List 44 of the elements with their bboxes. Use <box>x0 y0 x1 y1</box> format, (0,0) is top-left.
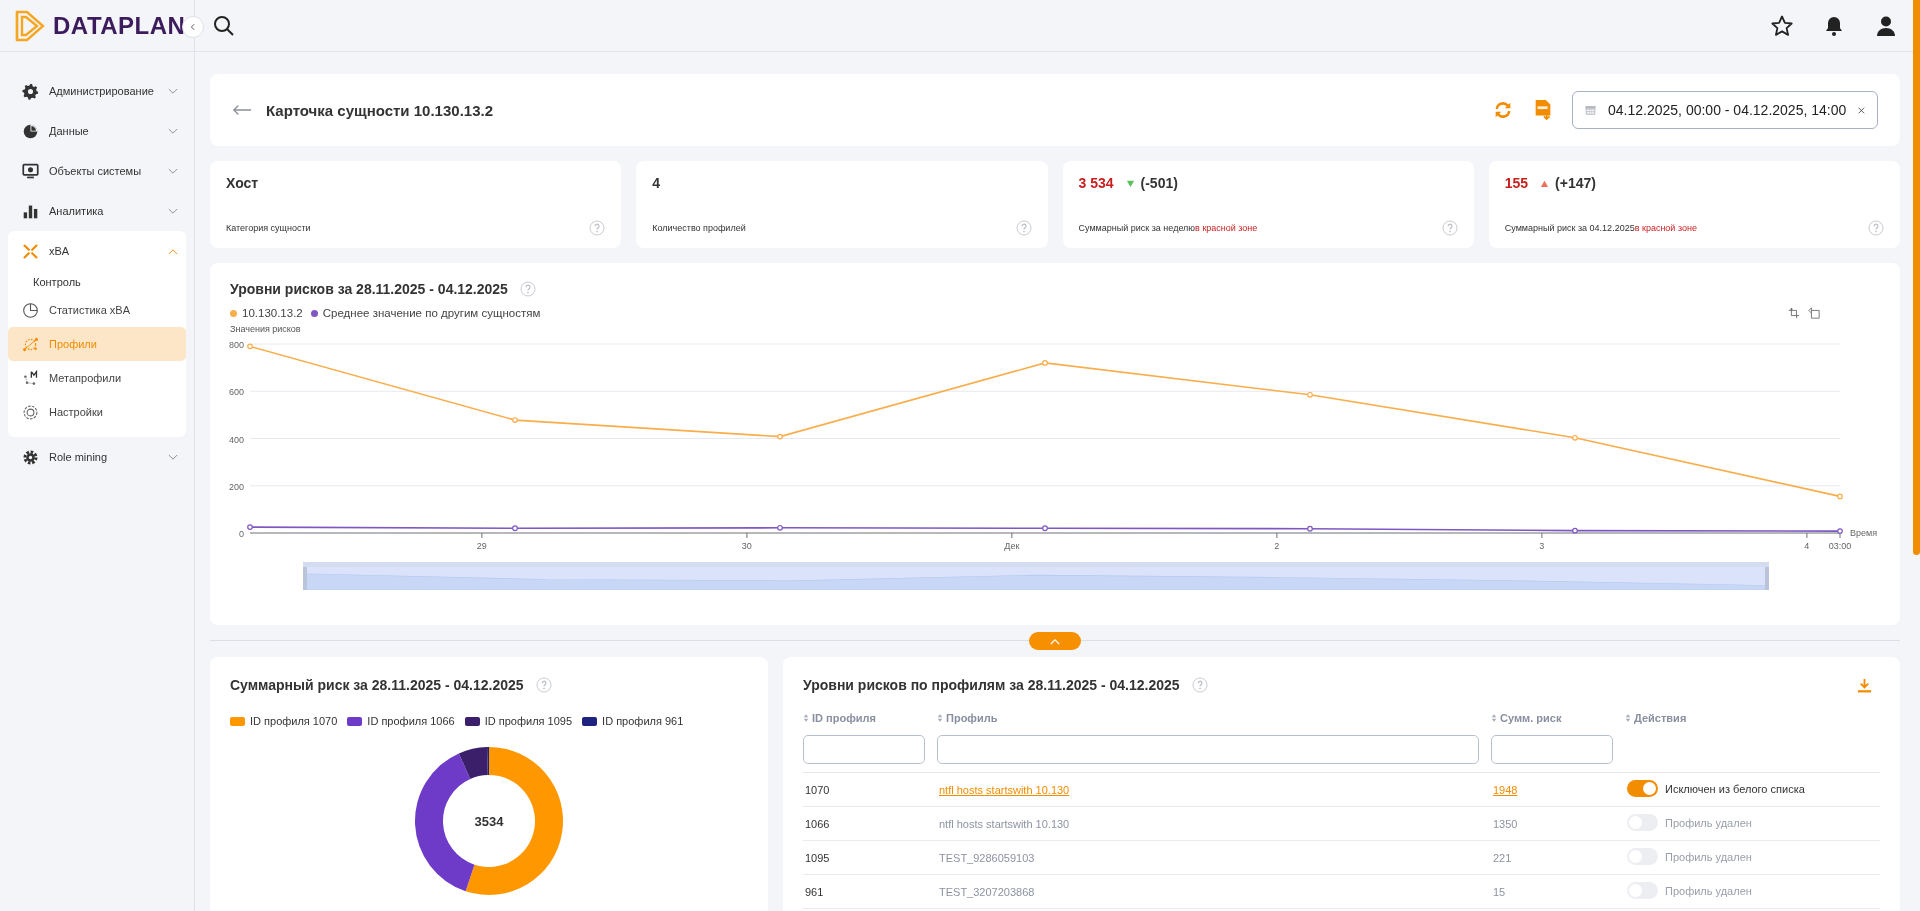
stat-value: 3 534 <box>1078 175 1114 191</box>
table-cell: 1066 <box>803 806 937 841</box>
stat-value: 155 <box>1504 175 1529 191</box>
axis-tick-label: 400 <box>228 434 244 445</box>
stat-label: Суммарный риск за неделюв красной зоне <box>1078 223 1258 233</box>
table-cell: 961 <box>803 874 937 909</box>
axis-tick-label: 800 <box>228 340 244 350</box>
axis-tick-label: 200 <box>228 481 244 492</box>
axis-tick-label: 600 <box>228 387 244 398</box>
table-title: Уровни рисков по профилям за 28.11.2025 - 04.12.2025 <box>803 677 1180 693</box>
chart-title: Уровни рисков за 28.11.2025 - 04.12.2025 <box>230 281 508 297</box>
table-cell: 1070 <box>803 772 937 807</box>
table-cell: TEST_3207203868 <box>939 885 1035 898</box>
table-cell: 15 <box>1493 885 1506 898</box>
axis-tick-label: 3 <box>1539 541 1545 551</box>
action-label: Исключен из белого списка <box>1665 782 1805 795</box>
table-cell: ntfl hosts startswith 10.130 <box>939 817 1070 830</box>
page-title: Карточка сущности 10.130.13.2 <box>266 101 494 119</box>
stat-label: Суммарный риск за 04.12.2025в красной зоне <box>1504 223 1697 233</box>
chart-title: Суммарный риск за 28.11.2025 - 04.12.2025 <box>230 677 524 693</box>
axis-title: Время <box>1850 528 1878 538</box>
action-label: Профиль удален <box>1665 850 1752 863</box>
axis-title: Значения рисков <box>230 324 302 334</box>
axis-tick-label: 0 <box>239 529 244 539</box>
axis-tick-label: 2 <box>1274 541 1280 551</box>
action-label: Профиль удален <box>1665 884 1752 897</box>
axis-tick-label: 29 <box>476 541 487 551</box>
stat-value: 4 <box>652 175 661 191</box>
stat-label: Категория сущности <box>226 223 311 233</box>
donut-total: 3534 <box>474 814 504 829</box>
stat-value: Хост <box>226 175 259 191</box>
table-cell: TEST_9286059103 <box>939 851 1035 864</box>
stat-change: (+147) <box>1555 175 1596 191</box>
axis-tick-label: Дек <box>1004 541 1020 551</box>
axis-tick-label: 03:00 <box>1828 541 1852 551</box>
logo-text: DATAPLAN <box>53 11 186 40</box>
table-cell: 1350 <box>1493 817 1518 830</box>
stat-label: Количество профилей <box>652 223 746 233</box>
table-cell: 1095 <box>803 840 937 875</box>
stat-change: (-501) <box>1140 175 1178 191</box>
action-label: Профиль удален <box>1665 816 1752 829</box>
table-cell: 221 <box>1493 851 1512 864</box>
axis-tick-label: 4 <box>1804 541 1810 551</box>
axis-tick-label: 30 <box>741 541 752 551</box>
